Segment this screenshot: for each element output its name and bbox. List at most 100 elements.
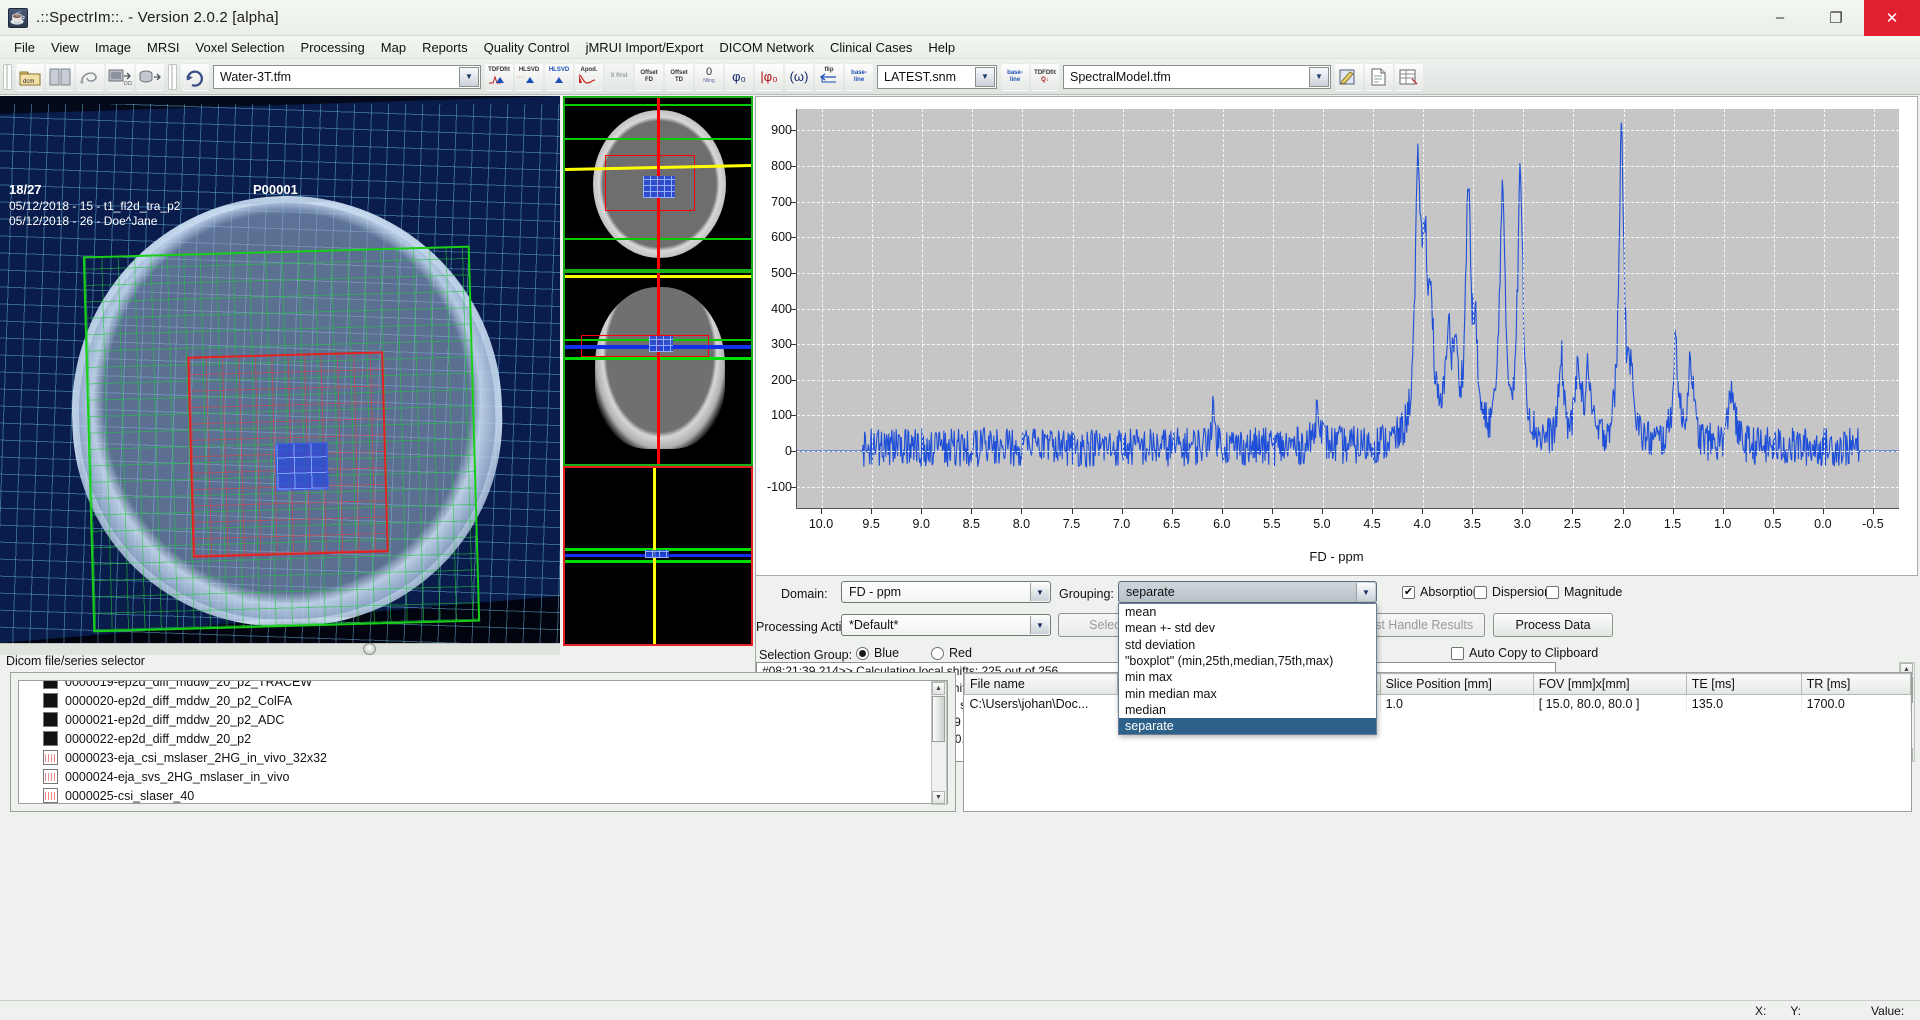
column-header[interactable]: File name bbox=[964, 673, 1119, 695]
menu-help[interactable]: Help bbox=[920, 38, 963, 57]
grouping-option[interactable]: min max bbox=[1119, 669, 1376, 685]
list-item[interactable]: 0000025-csi_slaser_40 bbox=[19, 786, 947, 803]
grouping-option[interactable]: min median max bbox=[1119, 685, 1376, 701]
file-scroll-up-icon[interactable]: ▲ bbox=[932, 682, 945, 695]
absorption-checkbox[interactable] bbox=[1402, 585, 1415, 599]
dicom-file-list[interactable]: 0000019-ep2d_diff_mddw_20_p2_TRACEW 00000… bbox=[18, 680, 948, 804]
hlsvd-icon[interactable]: HLSVD bbox=[545, 62, 573, 91]
baseline2-icon[interactable]: base- line bbox=[1001, 62, 1029, 91]
table-report-icon[interactable] bbox=[1395, 62, 1423, 91]
axial-thumbnail[interactable] bbox=[563, 96, 753, 271]
x-first-icon[interactable]: X first bbox=[605, 62, 633, 91]
menu-dicom-network[interactable]: DICOM Network bbox=[711, 38, 822, 57]
grouping-option[interactable]: separate bbox=[1119, 718, 1376, 735]
menu-clinical-cases[interactable]: Clinical Cases bbox=[822, 38, 920, 57]
grouping-dropdown-list[interactable]: mean mean +- std dev std deviation "boxplot… bbox=[1118, 603, 1377, 736]
chevron-down-icon-action[interactable]: ▼ bbox=[1030, 616, 1049, 634]
edit-model-icon[interactable] bbox=[1335, 62, 1363, 91]
table-row[interactable]: C:\Users\johan\Doc...Spectrum11.0[ 15.0,… bbox=[964, 694, 1911, 713]
close-button[interactable]: ✕ bbox=[1864, 0, 1920, 36]
menu-voxel-selection[interactable]: Voxel Selection bbox=[188, 38, 293, 57]
y-axis-tick-mark bbox=[791, 415, 796, 417]
menu-jmrui-import-export[interactable]: jMRUI Import/Export bbox=[578, 38, 712, 57]
sagittal-thumbnail[interactable] bbox=[563, 466, 753, 646]
apodization-icon[interactable]: Apod. bbox=[575, 62, 603, 91]
menu-file[interactable]: File bbox=[6, 38, 43, 57]
absorption-checkbox-row[interactable]: Absorption bbox=[1402, 585, 1480, 599]
file-list-scrollbar[interactable]: ▲ ▼ bbox=[931, 681, 947, 805]
offset-td-icon[interactable]: Offset TD bbox=[665, 62, 693, 91]
spectrum-plot-area[interactable] bbox=[796, 109, 1899, 509]
list-item[interactable]: 0000020-ep2d_diff_mddw_20_p2_ColFA bbox=[19, 691, 947, 710]
menu-processing[interactable]: Processing bbox=[292, 38, 372, 57]
dispersion-checkbox[interactable] bbox=[1474, 585, 1487, 599]
menu-image[interactable]: Image bbox=[87, 38, 139, 57]
domain-label: Domain: bbox=[781, 587, 828, 601]
grouping-option[interactable]: mean +- std dev bbox=[1119, 620, 1376, 636]
maximize-button[interactable]: ❐ bbox=[1808, 0, 1864, 36]
grouping-option[interactable]: median bbox=[1119, 702, 1376, 718]
menu-reports[interactable]: Reports bbox=[414, 38, 476, 57]
list-item[interactable]: 0000022-ep2d_diff_mddw_20_p2 bbox=[19, 729, 947, 748]
open-dicom-folder-icon[interactable]: dcm bbox=[16, 62, 44, 91]
chevron-down-icon-domain[interactable]: ▼ bbox=[1030, 583, 1049, 601]
tdfdfit-q-icon[interactable]: TDFDfit Q↓ bbox=[1031, 62, 1059, 91]
process-data-button[interactable]: Process Data bbox=[1493, 613, 1613, 637]
main-image-view[interactable]: 18/27 05/12/2018 - 15 - t1_fl2d_tra_p2 0… bbox=[0, 96, 560, 643]
processing-action-combo[interactable]: *Default* ▼ bbox=[841, 614, 1051, 636]
new-document-icon[interactable] bbox=[1365, 62, 1393, 91]
two-pane-view-icon[interactable] bbox=[46, 62, 74, 91]
magnitude-checkbox[interactable] bbox=[1546, 585, 1559, 599]
minimize-button[interactable]: – bbox=[1752, 0, 1808, 36]
export-to-screen-icon[interactable]: DCM bbox=[106, 62, 134, 91]
menu-mrsi[interactable]: MRSI bbox=[139, 38, 188, 57]
grid-line-vertical bbox=[1322, 109, 1324, 508]
chevron-down-icon-3[interactable]: ▼ bbox=[1309, 66, 1329, 87]
magnitude-checkbox-row[interactable]: Magnitude bbox=[1546, 585, 1622, 599]
phase-zero-icon[interactable]: φ₀ bbox=[725, 62, 753, 91]
spectral-model-value: SpectralModel.tfm bbox=[1070, 69, 1171, 84]
toolbar-grip-2[interactable] bbox=[168, 63, 177, 90]
menu-map[interactable]: Map bbox=[373, 38, 414, 57]
snm-file-combo[interactable]: LATEST.snm ▼ bbox=[877, 64, 997, 89]
toolbar-grip-1[interactable] bbox=[3, 63, 12, 90]
dispersion-checkbox-row[interactable]: Dispersion bbox=[1474, 585, 1551, 599]
list-item[interactable]: 0000024-eja_svs_2HG_mslaser_in_vivo bbox=[19, 767, 947, 786]
grouping-option[interactable]: mean bbox=[1119, 604, 1376, 620]
grouping-combo[interactable]: separate ▼ bbox=[1118, 581, 1377, 603]
column-header[interactable]: FOV [mm]x[mm] bbox=[1532, 673, 1687, 695]
dicom-metadata-table[interactable]: File nameTypeInstance numberSlice Positi… bbox=[964, 673, 1911, 713]
zero-filling-icon[interactable]: 0 filling bbox=[695, 62, 723, 91]
file-scroll-thumb[interactable] bbox=[932, 696, 945, 742]
grouping-option[interactable]: "boxplot" (min,25th,median,75th,max) bbox=[1119, 653, 1376, 669]
draw-roi-icon[interactable] bbox=[76, 62, 104, 91]
flip-icon[interactable]: flip bbox=[815, 62, 843, 91]
file-scroll-down-icon[interactable]: ▼ bbox=[932, 791, 945, 804]
frequency-icon[interactable]: (ω) bbox=[785, 62, 813, 91]
transform-file-combo[interactable]: Water-3T.tfm ▼ bbox=[213, 64, 481, 89]
domain-combo[interactable]: FD - ppm ▼ bbox=[841, 581, 1051, 603]
column-header[interactable]: Slice Position [mm] bbox=[1379, 673, 1534, 695]
column-header[interactable]: TE [ms] bbox=[1685, 673, 1802, 695]
menu-quality-control[interactable]: Quality Control bbox=[476, 38, 578, 57]
spectrum-chart-panel[interactable]: -100 0 100 200 300 400 500 600 700 800 900 10.0 9.5… bbox=[755, 96, 1918, 576]
chevron-down-icon[interactable]: ▼ bbox=[459, 66, 479, 87]
list-item[interactable]: 0000019-ep2d_diff_mddw_20_p2_TRACEW bbox=[19, 681, 947, 691]
chevron-down-icon-grouping[interactable]: ▼ bbox=[1356, 583, 1375, 601]
column-header[interactable]: TR [ms] bbox=[1800, 673, 1911, 695]
grouping-option[interactable]: std deviation bbox=[1119, 637, 1376, 653]
export-dicom-icon[interactable] bbox=[136, 62, 164, 91]
chevron-down-icon-2[interactable]: ▼ bbox=[975, 66, 995, 87]
phase-first-icon[interactable]: |φ₀ bbox=[755, 62, 783, 91]
menu-view[interactable]: View bbox=[43, 38, 87, 57]
list-item[interactable]: 0000023-eja_csi_mslaser_2HG_in_vivo_32x3… bbox=[19, 748, 947, 767]
selected-voxels-blue[interactable] bbox=[275, 442, 329, 491]
hlsvd-dots-icon[interactable]: HLSVD ···· bbox=[515, 62, 543, 91]
list-item[interactable]: 0000021-ep2d_diff_mddw_20_p2_ADC bbox=[19, 710, 947, 729]
spectral-model-combo[interactable]: SpectralModel.tfm ▼ bbox=[1063, 64, 1331, 89]
baseline-icon[interactable]: base- line bbox=[845, 62, 873, 91]
refresh-transform-icon[interactable] bbox=[181, 62, 209, 91]
offset-fd-icon[interactable]: Offset FD bbox=[635, 62, 663, 91]
tdfdfit-icon[interactable]: TDFDfit bbox=[485, 62, 513, 91]
coronal-thumbnail[interactable] bbox=[563, 271, 753, 466]
